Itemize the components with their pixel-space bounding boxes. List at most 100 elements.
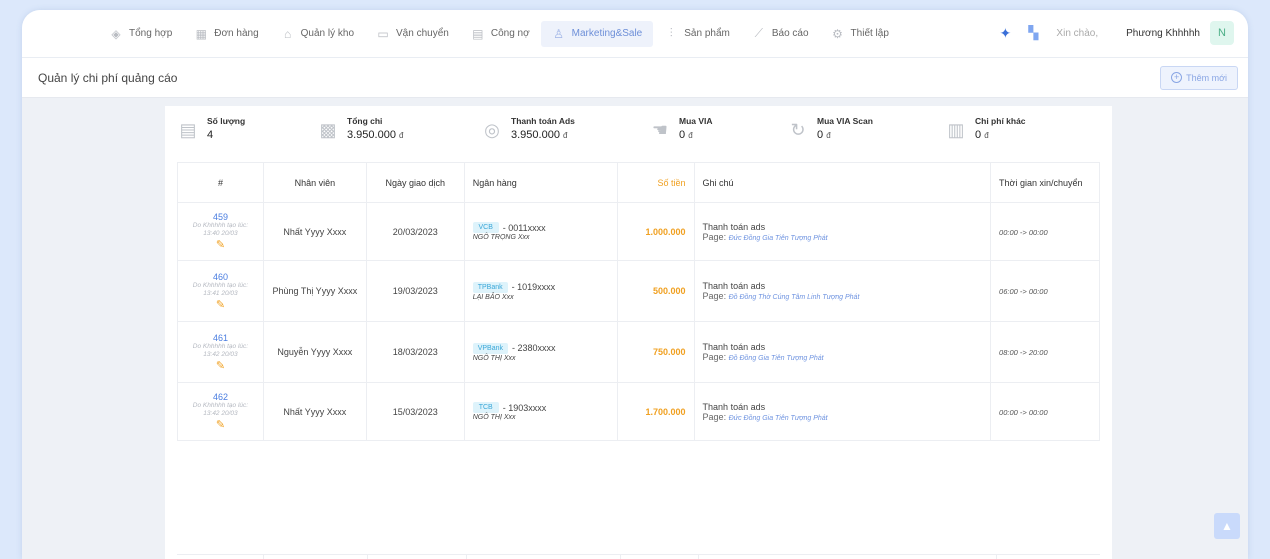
- stat-unit: đ: [826, 131, 831, 140]
- note-title: Thanh toán ads: [702, 401, 766, 412]
- record-id-link[interactable]: 461: [186, 333, 255, 343]
- cell-time: 00:00 -> 00:00: [990, 202, 1100, 261]
- calendar-icon: ▦: [195, 26, 207, 41]
- stat-value: 0 đ: [817, 129, 873, 141]
- nav-item-label: Vận chuyển: [396, 28, 449, 39]
- footer-divider: [367, 555, 368, 559]
- table-row[interactable]: 459 Do Khhhhh tạo lúc: 13:40 20/03 ✎ Nhất Y…: [177, 202, 1100, 261]
- stat-label: Chi phí khác: [975, 116, 1026, 126]
- page-link[interactable]: Đức Đồng Gia Tiên Tượng Phát: [729, 235, 828, 242]
- footer-divider: [620, 555, 621, 559]
- stat-number: 3.950.000: [511, 129, 560, 141]
- plus-icon: +: [1171, 72, 1183, 83]
- stat-card: ▥ Chi phí khác 0 đ: [945, 116, 1095, 164]
- content-card: ▤ Số lượng 4 ▩ Tổng chi 3.950.000 đ ◎ Thanh to…: [165, 106, 1112, 559]
- stat-text: Chi phí khác 0 đ: [975, 116, 1026, 141]
- cell-bank: VPBank - 2380xxxx NGÔ THỊ Xxx: [463, 321, 618, 383]
- page-link[interactable]: Đồ Đồng Gia Tiên Tượng Phát: [729, 355, 824, 362]
- bank-line: TCB - 1903xxxx: [472, 402, 609, 413]
- bank-badge: TCB: [472, 402, 499, 413]
- nav-item-8[interactable]: ⚙ Thiết lập: [820, 21, 900, 47]
- nav-item-6[interactable]: ⫶ Sản phẩm: [653, 21, 741, 47]
- chart-icon: ⟋: [754, 26, 764, 40]
- refresh-icon: ↻: [790, 120, 806, 140]
- cell-time: 08:00 -> 20:00: [990, 321, 1100, 383]
- creator-info: Do Khhhhh tạo lúc: 13:42 20/03: [192, 342, 249, 358]
- stat-card: ▩ Tổng chi 3.950.000 đ: [317, 116, 481, 164]
- pencil-icon[interactable]: ✎: [186, 359, 255, 372]
- products-icon: ⫶: [669, 26, 673, 40]
- nav-item-4[interactable]: ▤ Công nợ: [460, 21, 541, 47]
- cell-id: 462 Do Khhhhh tạo lúc: 13:42 20/03 ✎: [177, 382, 264, 441]
- stat-text: Mua VIA Scan 0 đ: [817, 116, 873, 141]
- creator-info: Do Khhhhh tạo lúc: 13:42 20/03: [192, 402, 249, 417]
- table-row[interactable]: 460 Do Khhhhh tạo lúc: 13:41 20/03 ✎ Phùng …: [177, 260, 1100, 322]
- stat-value: 0 đ: [975, 129, 1026, 141]
- bank-line: TPBank - 1019xxxx: [472, 281, 609, 293]
- header-note: Ghi chú: [693, 162, 992, 203]
- stats-bar: ▤ Số lượng 4 ▩ Tổng chi 3.950.000 đ ◎ Thanh to…: [165, 106, 1112, 164]
- stat-text: Tổng chi 3.950.000 đ: [347, 116, 403, 141]
- app-window: ◈ Tổng hợp ▦ Đơn hàng ⌂ Quản lý kho ▭ Vận chuyể…: [22, 10, 1248, 559]
- time-range: 00:00 -> 00:00: [999, 227, 1048, 237]
- user-name[interactable]: Phương Khhhhh: [1126, 28, 1200, 39]
- stat-text: Mua VIA 0 đ: [679, 116, 713, 141]
- stat-number: 0: [817, 129, 824, 141]
- table-row[interactable]: 461 Do Khhhhh tạo lúc: 13:42 20/03 ✎ Nguyễn…: [177, 321, 1100, 383]
- nav-item-label: Thiết lập: [850, 28, 889, 39]
- cell-note: Thanh toán ads Page: Đức Đồng Gia Tiên Tư…: [693, 382, 992, 441]
- apps-grid-icon[interactable]: ▚: [1024, 25, 1042, 41]
- stat-value: 4: [207, 129, 245, 141]
- nav-item-2[interactable]: ⌂ Quản lý kho: [270, 21, 365, 47]
- avatar[interactable]: N: [1210, 21, 1234, 45]
- network-icon[interactable]: ✦: [996, 25, 1014, 42]
- record-id-link[interactable]: 459: [186, 212, 255, 222]
- bank-account: - 2380xxxx: [512, 343, 556, 353]
- page-link[interactable]: Đồ Đồng Thờ Cúng Tâm Linh Tượng Phát: [729, 294, 860, 301]
- pencil-icon[interactable]: ✎: [186, 298, 255, 311]
- cell-amount: 750.000: [616, 321, 695, 383]
- note-page: Page: Đồ Đồng Gia Tiên Tượng Phát: [703, 352, 983, 362]
- grid-icon: ▩: [319, 120, 337, 140]
- page-link[interactable]: Đức Đồng Gia Tiên Tượng Phát: [729, 415, 828, 422]
- stat-card: ☚ Mua VIA 0 đ: [649, 116, 787, 164]
- cell-time: 00:00 -> 00:00: [990, 382, 1100, 441]
- scroll-top-button[interactable]: ▲: [1214, 513, 1240, 539]
- account-holder: NGÔ TRỌNG Xxx: [472, 234, 530, 241]
- cell-time: 06:00 -> 00:00: [990, 260, 1100, 322]
- amount-value: 1.700.000: [645, 406, 686, 417]
- stat-label: Mua VIA Scan: [817, 116, 873, 126]
- add-new-button[interactable]: + Thêm mới: [1160, 65, 1238, 90]
- header-time: Thời gian xin/chuyển: [990, 162, 1100, 203]
- document-icon: ▤: [179, 120, 197, 140]
- stat-unit: đ: [399, 131, 404, 140]
- nav-item-7[interactable]: ⟋ Báo cáo: [741, 21, 820, 47]
- header-amount[interactable]: Số tiền: [616, 162, 695, 203]
- cell-note: Thanh toán ads Page: Đồ Đồng Thờ Cúng Tâm…: [693, 260, 992, 322]
- warehouse-icon: ⌂: [284, 26, 292, 41]
- page-label: Page:: [702, 352, 727, 362]
- pencil-icon[interactable]: ✎: [186, 418, 255, 431]
- nav-item-label: Đơn hàng: [214, 28, 259, 39]
- amount-value: 750.000: [653, 347, 686, 357]
- nav-item-3[interactable]: ▭ Vận chuyển: [365, 21, 460, 47]
- record-id-link[interactable]: 462: [186, 392, 255, 402]
- cell-employee: Phùng Thị Yyyy Xxxx: [262, 260, 367, 322]
- nav-item-0[interactable]: ◈ Tổng hợp: [98, 21, 183, 47]
- page-label: Page:: [702, 291, 727, 301]
- table-row[interactable]: 462 Do Khhhhh tạo lúc: 13:42 20/03 ✎ Nhất Y…: [177, 382, 1100, 441]
- cell-employee: Nguyễn Yyyy Xxxx: [262, 321, 367, 383]
- stat-label: Số lượng: [207, 116, 246, 126]
- nav-item-1[interactable]: ▦ Đơn hàng: [183, 21, 269, 47]
- cell-id: 460 Do Khhhhh tạo lúc: 13:41 20/03 ✎: [177, 260, 264, 322]
- account-holder: LẠI BẢO Xxx: [472, 293, 514, 301]
- record-id-link[interactable]: 460: [186, 272, 255, 282]
- cell-date: 20/03/2023: [365, 202, 465, 261]
- cell-bank: TPBank - 1019xxxx LẠI BẢO Xxx: [463, 260, 618, 322]
- nav-item-5[interactable]: ♙ Marketing&Sale: [540, 20, 654, 47]
- nav-item-label: Báo cáo: [771, 28, 809, 39]
- bank-line: VCB - 0011xxxx: [472, 222, 609, 233]
- bank-badge: VCB: [472, 222, 499, 233]
- pencil-icon[interactable]: ✎: [186, 238, 255, 251]
- table-footer: [177, 554, 1100, 559]
